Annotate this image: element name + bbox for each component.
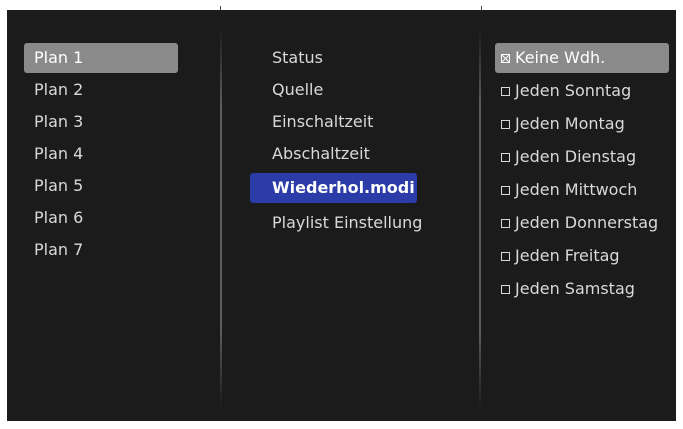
repeat-option-none[interactable]: Keine Wdh.: [495, 43, 669, 73]
repeat-option-label: Jeden Samstag: [515, 279, 635, 298]
repeat-option-label: Jeden Donnerstag: [515, 213, 659, 232]
setting-source[interactable]: Quelle: [250, 75, 426, 105]
checkbox-icon: [501, 153, 510, 162]
plan-item-1[interactable]: Plan 1: [24, 43, 178, 73]
repeat-option-label: Jeden Sonntag: [515, 81, 632, 100]
plan-item-6[interactable]: Plan 6: [24, 203, 178, 233]
checked-box-icon: [501, 54, 510, 63]
plan-item-5[interactable]: Plan 5: [24, 171, 178, 201]
checkbox-icon: [501, 252, 510, 261]
checkbox-icon: [501, 219, 510, 228]
plan-item-7[interactable]: Plan 7: [24, 235, 178, 265]
setting-status[interactable]: Status: [250, 43, 426, 73]
checkbox-icon: [501, 87, 510, 96]
setting-repeat-mode[interactable]: Wiederhol.modi: [250, 173, 417, 203]
checkbox-icon: [501, 285, 510, 294]
checkbox-icon: [501, 186, 510, 195]
top-border: [7, 0, 676, 10]
checkbox-icon: [501, 120, 510, 129]
repeat-option-label: Jeden Montag: [515, 114, 625, 133]
repeat-option-tuesday[interactable]: Jeden Dienstag: [495, 142, 669, 172]
setting-off-time[interactable]: Abschaltzeit: [250, 139, 426, 169]
repeat-option-wednesday[interactable]: Jeden Mittwoch: [495, 175, 669, 205]
repeat-option-label: Keine Wdh.: [515, 48, 606, 67]
settings-list: Status Quelle Einschaltzeit Abschaltzeit…: [222, 10, 479, 421]
repeat-option-friday[interactable]: Jeden Freitag: [495, 241, 669, 271]
repeat-option-thursday[interactable]: Jeden Donnerstag: [495, 208, 669, 238]
repeat-mode-list: Keine Wdh. Jeden Sonntag Jeden Montag Je…: [481, 10, 676, 421]
plan-item-3[interactable]: Plan 3: [24, 107, 178, 137]
repeat-option-monday[interactable]: Jeden Montag: [495, 109, 669, 139]
plan-list: Plan 1 Plan 2 Plan 3 Plan 4 Plan 5 Plan …: [7, 10, 220, 421]
setting-playlist[interactable]: Playlist Einstellung: [250, 208, 426, 238]
plan-item-4[interactable]: Plan 4: [24, 139, 178, 169]
repeat-option-label: Jeden Mittwoch: [515, 180, 638, 199]
repeat-option-sunday[interactable]: Jeden Sonntag: [495, 76, 669, 106]
repeat-option-saturday[interactable]: Jeden Samstag: [495, 274, 669, 304]
schedule-menu-screen: Plan 1 Plan 2 Plan 3 Plan 4 Plan 5 Plan …: [7, 10, 676, 421]
setting-on-time[interactable]: Einschaltzeit: [250, 107, 426, 137]
plan-item-2[interactable]: Plan 2: [24, 75, 178, 105]
repeat-option-label: Jeden Dienstag: [515, 147, 637, 166]
repeat-option-label: Jeden Freitag: [515, 246, 620, 265]
